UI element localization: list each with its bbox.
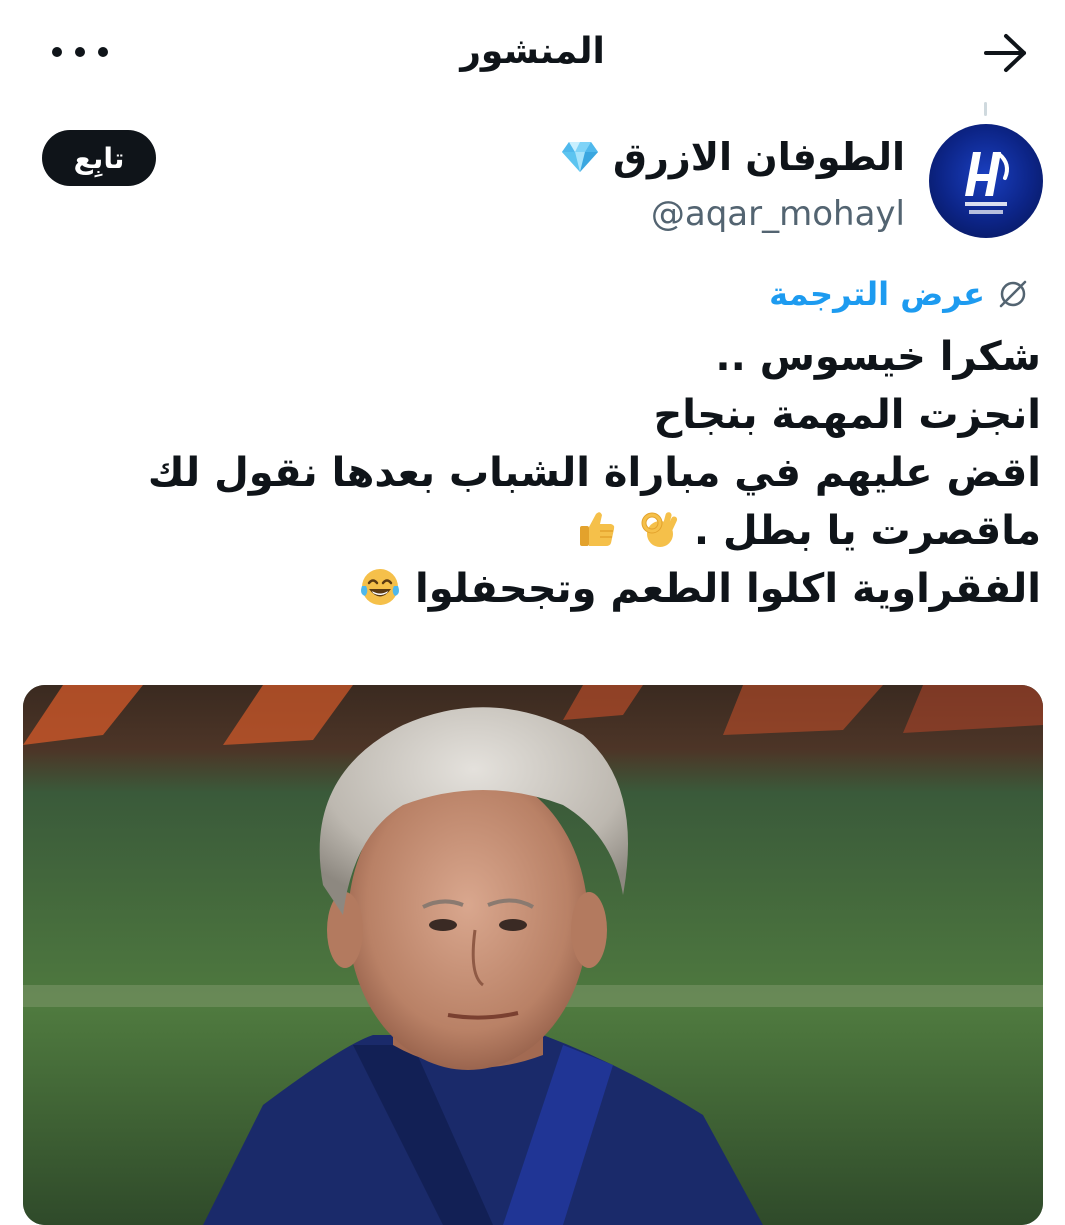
alhilal-logo-icon	[965, 152, 1009, 214]
post-line: انجزت المهمة بنجاح	[653, 392, 1041, 438]
translate-label: عرض الترجمة	[769, 275, 985, 313]
author-display-name[interactable]: الطوفان الازرق	[613, 130, 905, 184]
post-media-photo[interactable]	[23, 685, 1043, 1225]
author-info: الطوفان الازرق @aqar_mohayl	[485, 130, 905, 240]
follow-button[interactable]: تابِع	[42, 130, 156, 186]
post-line: الفقراوية اكلوا الطعم وتجحفلوا	[415, 566, 1041, 612]
post-line: اقض عليهم في مباراة الشباب بعدها نقول لك	[147, 450, 1041, 496]
post-line-with-emoji: الفقراوية اكلوا الطعم وتجحفلوا	[41, 560, 1041, 618]
thumbs-up-emoji-icon	[579, 512, 615, 546]
translate-globe-icon	[999, 280, 1027, 308]
top-bar: المنشور	[0, 0, 1065, 100]
diamond-icon	[562, 142, 598, 172]
page-title: المنشور	[460, 31, 605, 72]
author-name-row: الطوفان الازرق	[485, 130, 905, 184]
author-handle[interactable]: @aqar_mohayl	[485, 188, 905, 240]
thread-connector	[984, 102, 987, 116]
post-line: شكرا خيسوس ..	[715, 334, 1041, 380]
avatar[interactable]	[929, 124, 1043, 238]
tears-of-joy-emoji-icon	[361, 569, 400, 605]
arrow-right-icon[interactable]	[980, 30, 1032, 76]
post-line-with-emoji: ماقصرت يا بطل .	[41, 502, 1041, 560]
ok-hand-emoji-icon	[641, 512, 678, 547]
post-line: ماقصرت يا بطل .	[693, 508, 1041, 554]
post-body: شكرا خيسوس .. انجزت المهمة بنجاح اقض علي…	[41, 328, 1041, 618]
translate-link[interactable]: عرض الترجمة	[769, 268, 1029, 320]
coach-portrait-photo	[23, 685, 1043, 1225]
